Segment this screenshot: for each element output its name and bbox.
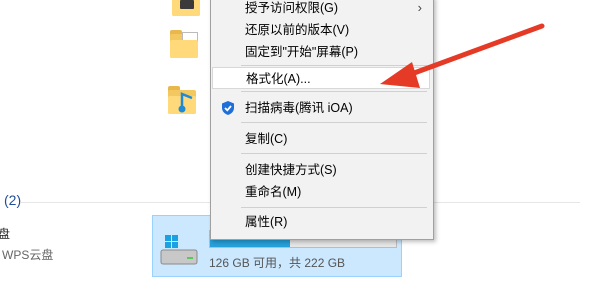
menu-item-copy[interactable]: 复制(C): [212, 128, 430, 150]
menu-item-label: 属性(R): [245, 215, 288, 229]
windows-drive-icon: [159, 232, 199, 268]
drive-space-text: 126 GB 可用，共 222 GB: [209, 256, 346, 270]
menu-item-label: 还原以前的版本(V): [245, 23, 350, 37]
documents-folder-icon[interactable]: [170, 30, 198, 58]
menu-item-label: 固定到"开始"屏幕(P): [245, 45, 359, 59]
music-folder-icon[interactable]: [168, 86, 196, 114]
menu-item-label: 扫描病毒(腾讯 iOA): [245, 101, 353, 115]
left-drive-sublabel: WPS云盘: [2, 248, 54, 262]
menu-item-create-shortcut[interactable]: 创建快捷方式(S): [212, 159, 430, 181]
menu-item-label: 授予访问权限(G): [245, 1, 339, 15]
menu-separator: [241, 153, 427, 154]
menu-item-scan-virus[interactable]: 扫描病毒(腾讯 iOA): [212, 97, 430, 119]
menu-item-label: 重命名(M): [245, 185, 302, 199]
tencent-ioa-shield-icon: [220, 100, 236, 116]
menu-item-label: 复制(C): [245, 132, 288, 146]
menu-item-label: 创建快捷方式(S): [245, 163, 337, 177]
annotation-arrow: [380, 23, 545, 88]
chevron-right-icon: ›: [417, 0, 422, 15]
menu-separator: [241, 122, 427, 123]
left-drive-label: 盘: [0, 227, 11, 241]
menu-separator: [241, 207, 427, 208]
section-header: (2): [4, 192, 22, 208]
menu-item-rename[interactable]: 重命名(M): [212, 181, 430, 203]
video-folder-icon[interactable]: [172, 0, 200, 16]
menu-item-grant-access[interactable]: 授予访问权限(G) ›: [212, 0, 430, 19]
menu-item-label: 格式化(A)...: [246, 72, 311, 86]
menu-item-properties[interactable]: 属性(R): [212, 211, 430, 233]
